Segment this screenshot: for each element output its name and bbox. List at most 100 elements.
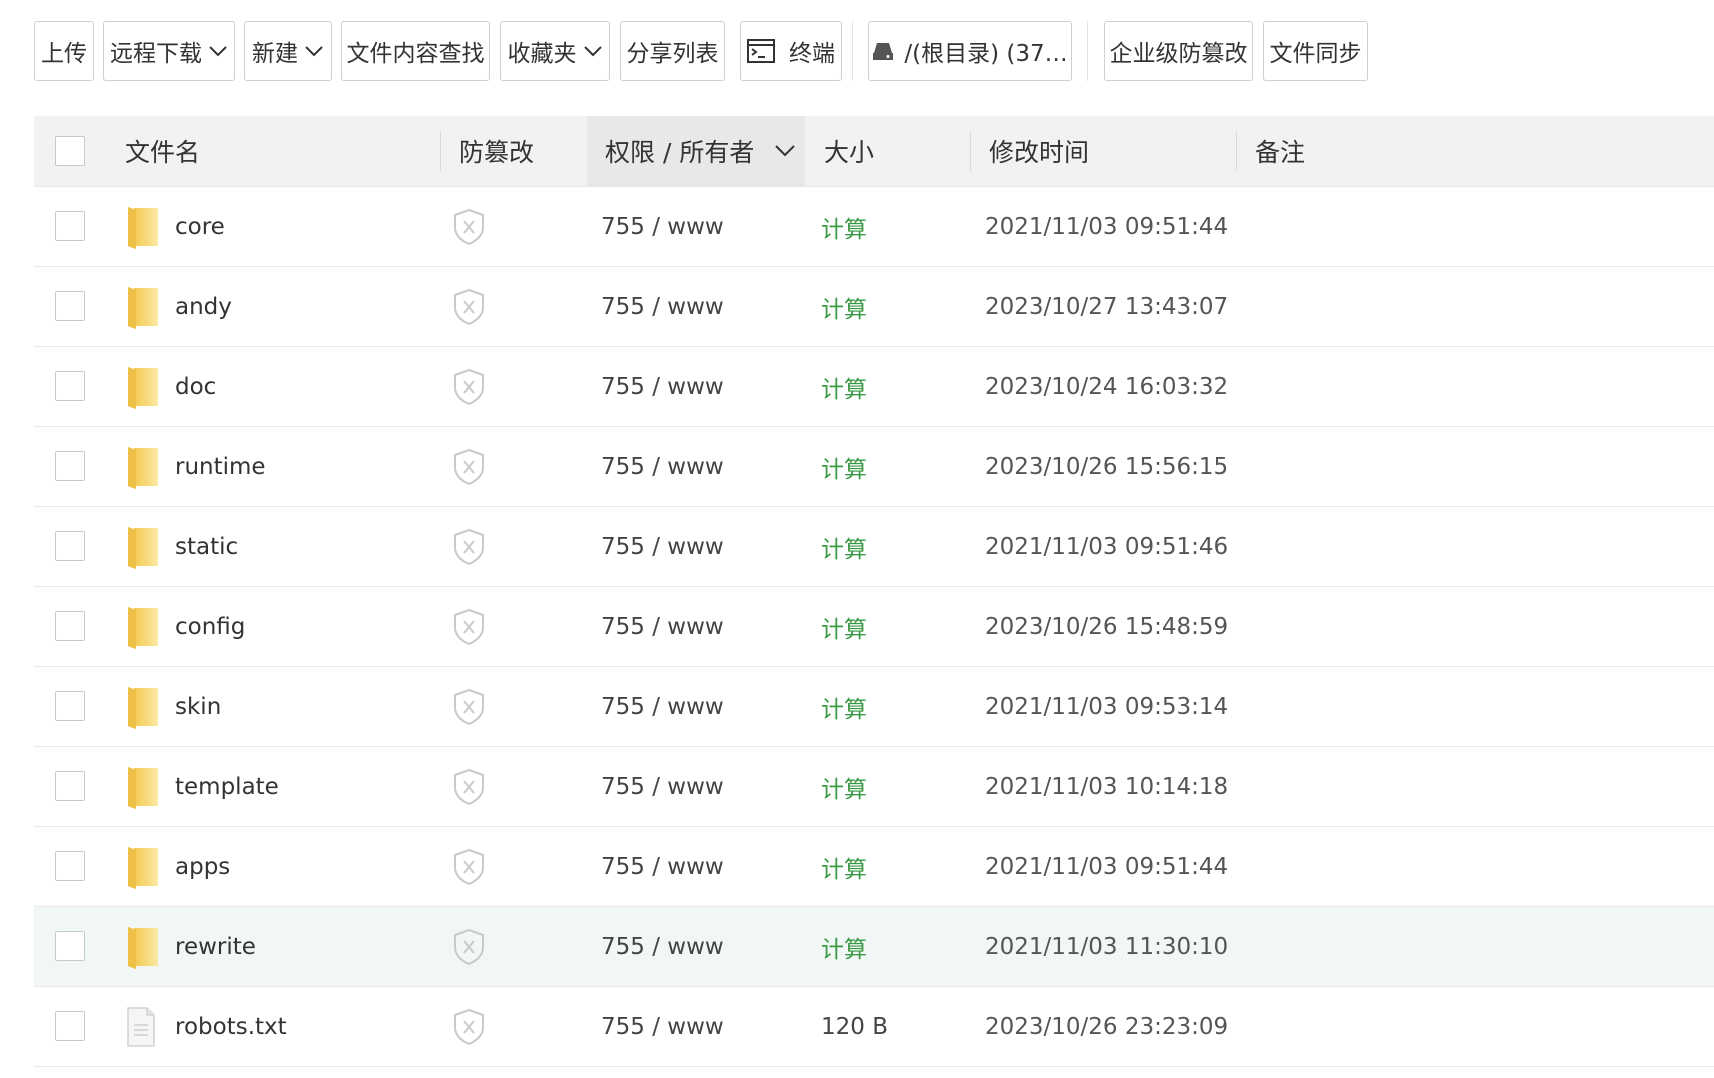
file-sync-label: 文件同步 — [1269, 41, 1362, 67]
table-row[interactable]: rewrite 755 / www 计算 2021/11/03 11:30:10 — [34, 907, 1714, 987]
file-sync-button[interactable]: 文件同步 — [1263, 21, 1368, 81]
favorites-button[interactable]: 收藏夹 — [500, 21, 610, 81]
shield-x-icon[interactable] — [452, 507, 486, 586]
shield-x-icon[interactable] — [452, 347, 486, 426]
perm-owner-link[interactable]: 755 / www — [601, 587, 724, 666]
perm-owner: 755 / www — [601, 373, 724, 400]
table-row[interactable]: apps 755 / www 计算 2021/11/03 09:51:44 — [34, 827, 1714, 907]
folder-icon[interactable] — [126, 827, 160, 906]
folder-icon[interactable] — [126, 347, 160, 426]
column-header-filename[interactable]: 文件名 — [125, 116, 200, 186]
calc-size-link[interactable]: 计算 — [821, 187, 867, 266]
perm-owner-link[interactable]: 755 / www — [601, 507, 724, 586]
folder-icon[interactable] — [126, 427, 160, 506]
file-name: doc — [175, 373, 217, 400]
table-row[interactable]: static 755 / www 计算 2021/11/03 09:51:46 — [34, 507, 1714, 587]
new-button[interactable]: 新建 — [244, 21, 332, 81]
column-header-size[interactable]: 大小 — [824, 116, 874, 186]
row-checkbox[interactable] — [55, 691, 85, 721]
remote-download-button[interactable]: 远程下载 — [103, 21, 235, 81]
calc-size-link[interactable]: 计算 — [821, 267, 867, 346]
perm-owner-link[interactable]: 755 / www — [601, 267, 724, 346]
table-row[interactable]: andy 755 / www 计算 2023/10/27 13:43:07 — [34, 267, 1714, 347]
shield-x-icon[interactable] — [452, 427, 486, 506]
perm-owner-link[interactable]: 755 / www — [601, 427, 724, 506]
shield-x-icon[interactable] — [452, 827, 486, 906]
perm-owner-link[interactable]: 755 / www — [601, 187, 724, 266]
folder-icon[interactable] — [126, 587, 160, 666]
folder-icon[interactable] — [126, 907, 160, 986]
perm-owner-link[interactable]: 755 / www — [601, 827, 724, 906]
column-divider — [970, 131, 971, 171]
row-checkbox[interactable] — [55, 771, 85, 801]
row-checkbox[interactable] — [55, 211, 85, 241]
shield-x-icon[interactable] — [452, 747, 486, 826]
row-checkbox[interactable] — [55, 851, 85, 881]
shield-x-icon[interactable] — [452, 587, 486, 666]
mtime: 2023/10/24 16:03:32 — [985, 347, 1228, 426]
row-checkbox[interactable] — [55, 451, 85, 481]
row-checkbox[interactable] — [55, 531, 85, 561]
file-name-link[interactable]: robots.txt — [175, 987, 287, 1066]
row-checkbox[interactable] — [55, 611, 85, 641]
calc-size-link[interactable]: 计算 — [821, 507, 867, 586]
calc-size-link[interactable]: 计算 — [821, 747, 867, 826]
calc-size-link[interactable]: 计算 — [821, 347, 867, 426]
calc-size-link[interactable]: 计算 — [821, 427, 867, 506]
table-row[interactable]: doc 755 / www 计算 2023/10/24 16:03:32 — [34, 347, 1714, 427]
perm-owner-link[interactable]: 755 / www — [601, 667, 724, 746]
text-file-icon[interactable] — [126, 987, 156, 1066]
disk-button[interactable]: /(根目录) (37… — [868, 21, 1072, 81]
folder-icon[interactable] — [126, 667, 160, 746]
calc-size-link[interactable]: 计算 — [821, 907, 867, 986]
row-checkbox[interactable] — [55, 371, 85, 401]
share-list-label: 分享列表 — [626, 41, 719, 67]
column-header-size-label: 大小 — [824, 138, 875, 167]
shield-x-icon[interactable] — [452, 907, 486, 986]
file-name-link[interactable]: skin — [175, 667, 221, 746]
size-value: 计算 — [821, 456, 867, 483]
table-row[interactable]: skin 755 / www 计算 2021/11/03 09:53:14 — [34, 667, 1714, 747]
table-row[interactable]: robots.txt 755 / www 120 B 2023/10/26 23:23… — [34, 987, 1714, 1067]
column-header-mtime[interactable]: 修改时间 — [989, 116, 1089, 186]
table-row[interactable]: config 755 / www 计算 2023/10/26 15:48:59 — [34, 587, 1714, 667]
shield-x-icon[interactable] — [452, 667, 486, 746]
shield-x-icon[interactable] — [452, 187, 486, 266]
perm-owner-link[interactable]: 755 / www — [601, 907, 724, 986]
file-name-link[interactable]: static — [175, 507, 238, 586]
file-name-link[interactable]: template — [175, 747, 279, 826]
shield-x-icon[interactable] — [452, 267, 486, 346]
shield-x-icon[interactable] — [452, 987, 486, 1066]
folder-icon[interactable] — [126, 187, 160, 266]
folder-icon[interactable] — [126, 267, 160, 346]
folder-icon[interactable] — [126, 507, 160, 586]
perm-owner-link[interactable]: 755 / www — [601, 347, 724, 426]
perm-owner-link[interactable]: 755 / www — [601, 747, 724, 826]
file-name-link[interactable]: andy — [175, 267, 232, 346]
file-name-link[interactable]: core — [175, 187, 225, 266]
select-all-checkbox[interactable] — [55, 136, 85, 166]
file-name-link[interactable]: rewrite — [175, 907, 256, 986]
share-list-button[interactable]: 分享列表 — [620, 21, 725, 81]
upload-button[interactable]: 上传 — [34, 21, 94, 81]
file-name-link[interactable]: apps — [175, 827, 230, 906]
calc-size-link[interactable]: 计算 — [821, 587, 867, 666]
table-row[interactable]: template 755 / www 计算 2021/11/03 10:14:18 — [34, 747, 1714, 827]
enterprise-tamper-button[interactable]: 企业级防篡改 — [1104, 21, 1253, 81]
file-name-link[interactable]: config — [175, 587, 245, 666]
row-checkbox[interactable] — [55, 931, 85, 961]
folder-icon[interactable] — [126, 747, 160, 826]
terminal-button[interactable]: 终端 — [740, 21, 842, 81]
perm-owner-link[interactable]: 755 / www — [601, 987, 724, 1066]
content-search-button[interactable]: 文件内容查找 — [341, 21, 490, 81]
row-checkbox[interactable] — [55, 1011, 85, 1041]
calc-size-link[interactable]: 计算 — [821, 827, 867, 906]
file-name-link[interactable]: doc — [175, 347, 216, 426]
row-checkbox[interactable] — [55, 291, 85, 321]
terminal-icon — [747, 39, 775, 63]
table-row[interactable]: core 755 / www 计算 2021/11/03 09:51:44 — [34, 187, 1714, 267]
table-row[interactable]: runtime 755 / www 计算 2023/10/26 15:56:15 — [34, 427, 1714, 507]
file-name-link[interactable]: runtime — [175, 427, 266, 506]
calc-size-link[interactable]: 计算 — [821, 667, 867, 746]
column-header-perm-owner[interactable]: 权限 / 所有者 — [587, 116, 805, 186]
